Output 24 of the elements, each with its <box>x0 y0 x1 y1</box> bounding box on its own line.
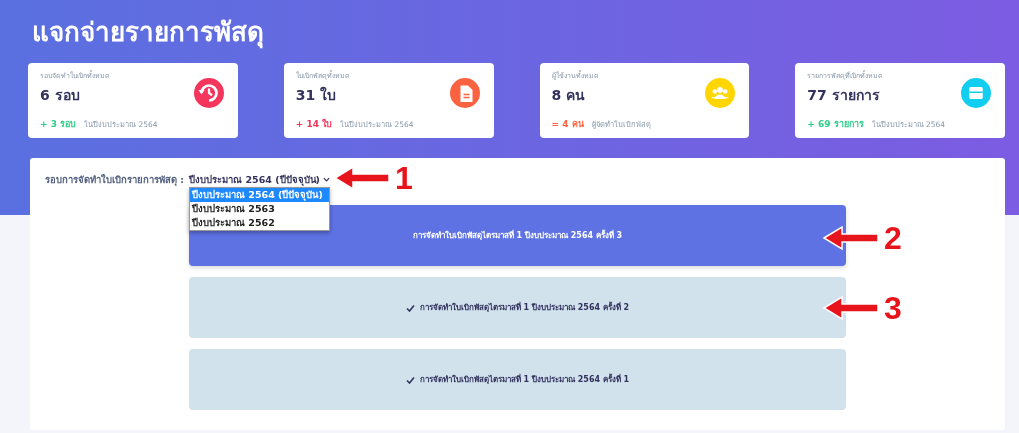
check-icon <box>405 303 415 312</box>
annotation-number: 1 <box>395 162 413 194</box>
stat-value: 8 คน <box>551 86 587 105</box>
stat-change: + 69 รายการ <box>807 118 864 131</box>
stat-change: = 4 คน <box>551 118 584 131</box>
arrow-icon <box>822 295 880 321</box>
dropdown-option[interactable]: ปีงบประมาณ 2563 <box>190 202 329 216</box>
round-button[interactable]: การจัดทำใบเบิกพัสดุไตรมาสที่ 1 ปีงบประมาณ 2564 ครั้งที่ 2 <box>189 277 846 338</box>
filter-label: รอบการจัดทำใบเบิกรายการพัสดุ : <box>45 172 185 187</box>
year-select[interactable]: ปีงบประมาณ 2564 (ปีปัจจุบัน) <box>189 171 330 187</box>
arrow-icon <box>333 165 391 191</box>
caret-icon <box>322 176 330 182</box>
page-title: แจกจ่ายรายการพัสดุ <box>31 16 264 51</box>
stat-change: + 3 รอบ <box>40 118 77 131</box>
stat-value: 77 รายการ <box>807 86 881 105</box>
stat-value: 6 รอบ <box>40 86 81 105</box>
stat-change: + 14 ใบ <box>295 118 333 131</box>
dropdown-option[interactable]: ปีงบประมาณ 2562 <box>190 216 329 230</box>
arrow-icon <box>822 225 880 251</box>
annotation-number: 2 <box>884 222 902 254</box>
stat-value: 31 ใบ <box>295 85 338 105</box>
annotation-number: 3 <box>884 292 902 324</box>
round-button[interactable]: การจัดทำใบเบิกพัสดุไตรมาสที่ 1 ปีงบประมาณ 2564 ครั้งที่ 1 <box>189 349 846 410</box>
check-icon <box>405 375 415 384</box>
